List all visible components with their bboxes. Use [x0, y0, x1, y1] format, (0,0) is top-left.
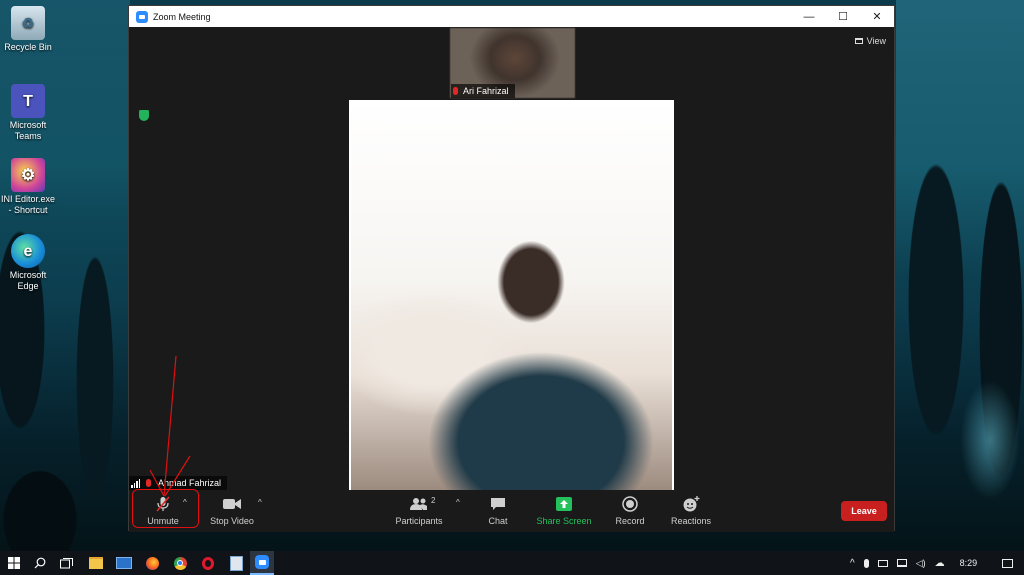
taskbar-ini-editor[interactable] — [224, 551, 248, 575]
unmute-highlight-box — [132, 489, 199, 528]
edge-icon: e — [11, 234, 45, 268]
signal-strength-icon — [131, 478, 140, 488]
taskbar-mail[interactable] — [112, 551, 136, 575]
teams-icon: T — [11, 84, 45, 118]
taskbar-file-explorer[interactable] — [84, 551, 108, 575]
record-button[interactable]: Record — [613, 490, 647, 532]
main-video — [349, 100, 674, 493]
muted-mic-icon — [146, 479, 151, 487]
taskbar-chrome[interactable] — [168, 551, 192, 575]
desktop-icon-edge[interactable]: e Microsoft Edge — [0, 234, 56, 292]
show-hidden-icons-chevron-icon[interactable]: ^ — [850, 558, 855, 569]
firefox-icon — [145, 556, 159, 570]
encryption-shield-icon[interactable] — [139, 110, 149, 121]
search-icon — [34, 557, 46, 569]
participants-count: 2 — [431, 496, 436, 505]
record-label: Record — [615, 516, 645, 526]
windows-taskbar: ^ ◁) ☁ 8:29 — [0, 551, 1024, 575]
taskbar-zoom[interactable] — [250, 551, 274, 575]
microphone-icon[interactable] — [863, 558, 869, 568]
chat-button[interactable]: Chat — [481, 490, 515, 532]
desktop-icon-teams[interactable]: T Microsoft Teams — [0, 84, 56, 142]
video-camera-icon — [222, 496, 242, 512]
add-reaction-icon — [681, 496, 701, 512]
meeting-toolbar: Unmute ^ Stop Video ^ 2 Participants ^ C… — [129, 490, 894, 532]
self-participant-name: Ahmad Fahrizal — [158, 478, 222, 488]
thumbnail-name-tag: Ari Fahrizal — [451, 84, 515, 98]
zoom-meeting-window: Zoom Meeting — ☐ ✕ View Ari Fahrizal Ahm… — [128, 5, 895, 532]
taskbar-clock[interactable]: 8:29 — [960, 558, 978, 568]
chrome-icon — [173, 556, 187, 570]
title-bar: Zoom Meeting — ☐ ✕ — [129, 6, 894, 27]
desktop-icon-recycle-bin[interactable]: ♻ Recycle Bin — [0, 6, 56, 53]
desktop-icon-label: Microsoft Teams — [9, 120, 47, 141]
desktop-icon-label: INI Editor.exe - Shortcut — [0, 194, 56, 215]
gallery-view-icon — [854, 38, 863, 44]
ini-editor-icon — [229, 555, 243, 571]
reactions-label: Reactions — [670, 516, 712, 526]
search-button[interactable] — [28, 551, 52, 575]
leave-button[interactable]: Leave — [841, 501, 887, 521]
mail-icon — [116, 557, 132, 569]
share-screen-icon — [554, 496, 574, 512]
taskbar-opera[interactable] — [196, 551, 220, 575]
record-icon — [620, 496, 640, 512]
stop-video-label: Stop Video — [210, 516, 254, 526]
opera-icon — [202, 556, 214, 570]
reactions-button[interactable]: Reactions — [667, 490, 715, 532]
taskbar-firefox[interactable] — [140, 551, 164, 575]
moon-glow — [960, 380, 1020, 500]
participants-options-caret[interactable]: ^ — [456, 498, 460, 507]
file-explorer-icon — [89, 557, 103, 569]
self-name-tag: Ahmad Fahrizal — [129, 476, 228, 490]
volume-icon[interactable]: ◁) — [916, 558, 926, 569]
zoom-icon — [255, 555, 269, 569]
start-button[interactable] — [2, 551, 26, 575]
desktop-icon-label: Recycle Bin — [4, 42, 52, 52]
thumbnail-participant-name: Ari Fahrizal — [463, 86, 509, 96]
view-button[interactable]: View — [854, 36, 886, 46]
participants-icon: 2 — [409, 496, 435, 512]
desktop-icon-label: Microsoft Edge — [9, 270, 47, 291]
close-button[interactable]: ✕ — [860, 6, 894, 27]
action-center-icon[interactable] — [1002, 558, 1014, 568]
recycle-bin-icon: ♻ — [11, 6, 45, 40]
desktop-icon-ini-editor[interactable]: ⚙ INI Editor.exe - Shortcut — [0, 158, 56, 216]
stop-video-button[interactable]: Stop Video — [207, 490, 257, 532]
network-icon[interactable] — [896, 559, 907, 567]
participants-button[interactable]: 2 Participants — [391, 490, 447, 532]
ini-editor-icon: ⚙ — [11, 158, 45, 192]
participants-label: Participants — [395, 516, 443, 526]
system-tray: ^ ◁) ☁ 8:29 — [850, 551, 1014, 575]
start-icon — [8, 557, 20, 569]
chat-bubble-icon — [488, 496, 508, 512]
view-label: View — [866, 36, 886, 46]
minimize-button[interactable]: — — [792, 6, 826, 27]
muted-mic-icon — [453, 87, 458, 95]
zoom-logo-icon — [136, 10, 148, 23]
chat-label: Chat — [488, 516, 508, 526]
window-title: Zoom Meeting — [153, 11, 211, 22]
maximize-button[interactable]: ☐ — [826, 6, 860, 27]
battery-icon[interactable] — [877, 559, 888, 567]
task-view-button[interactable] — [54, 551, 78, 575]
task-view-icon — [59, 557, 73, 568]
share-screen-button[interactable]: Share Screen — [535, 490, 593, 532]
video-options-caret[interactable]: ^ — [258, 498, 262, 507]
onedrive-icon[interactable]: ☁ — [935, 558, 945, 569]
share-screen-label: Share Screen — [536, 516, 592, 526]
